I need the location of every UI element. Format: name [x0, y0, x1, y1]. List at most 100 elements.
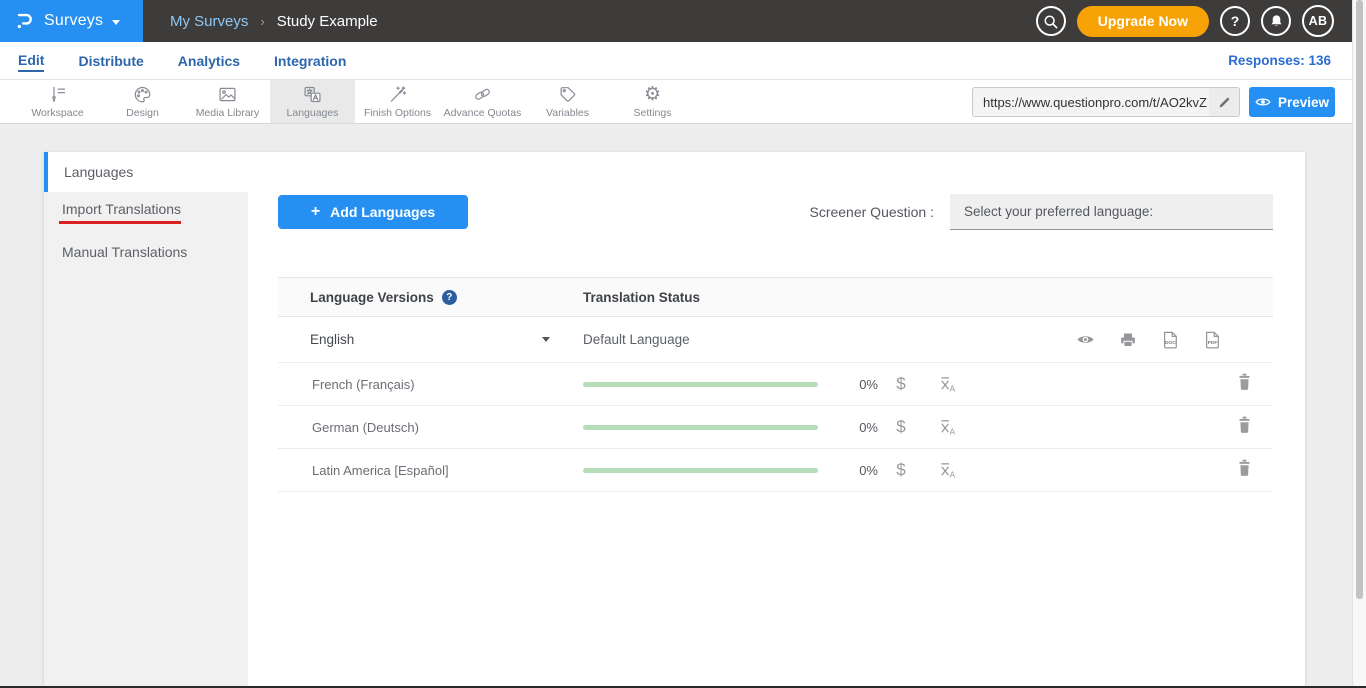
tab-distribute[interactable]: Distribute — [78, 51, 143, 71]
breadcrumb-separator: › — [260, 14, 264, 29]
app-menu-label: Surveys — [44, 12, 103, 30]
languages-table: Language Versions ? Translation Status E… — [278, 277, 1273, 492]
notifications-button[interactable] — [1261, 6, 1291, 36]
bell-icon — [1269, 13, 1284, 29]
table-row: French (Français) 0% $ A — [278, 363, 1273, 406]
svg-text:A: A — [949, 427, 955, 436]
content-area: Languages Import Translations Manual Tra… — [0, 124, 1352, 688]
translate-icon — [302, 84, 323, 105]
auto-translate-icon: A — [938, 418, 957, 437]
header-label: Translation Status — [583, 290, 700, 305]
breadcrumb: My Surveys › Study Example — [170, 0, 378, 42]
sidebar-item-manual-translations[interactable]: Manual Translations — [44, 232, 248, 272]
palette-icon — [132, 84, 153, 105]
eye-icon — [1255, 96, 1271, 108]
help-button[interactable]: ? — [1220, 6, 1250, 36]
auto-translate-icon: A — [938, 375, 957, 394]
auto-translate-button[interactable]: A — [924, 418, 970, 437]
actions-row: + Add Languages Screener Question : Sele… — [278, 194, 1273, 230]
user-avatar[interactable]: AB — [1302, 5, 1334, 37]
sidebar-item-languages[interactable]: Languages — [44, 152, 248, 192]
svg-text:A: A — [949, 384, 955, 393]
panel-main: + Add Languages Screener Question : Sele… — [248, 152, 1305, 688]
tool-languages[interactable]: Languages — [270, 80, 355, 123]
tool-label: Workspace — [31, 107, 83, 119]
tool-settings[interactable]: ⚙ Settings — [610, 80, 695, 123]
tool-finish-options[interactable]: Finish Options — [355, 80, 440, 123]
tool-media-library[interactable]: Media Library — [185, 80, 270, 123]
upgrade-now-button[interactable]: Upgrade Now — [1077, 6, 1209, 37]
tool-variables[interactable]: Variables — [525, 80, 610, 123]
svg-text:A: A — [949, 470, 955, 479]
export-pdf-icon[interactable]: PDF — [1203, 330, 1221, 350]
preview-button[interactable]: Preview — [1249, 87, 1335, 117]
language-name: French (Français) — [278, 377, 583, 392]
sidebar-rest: Import Translations Manual Translations — [44, 192, 248, 688]
delete-language-button[interactable] — [1236, 458, 1253, 482]
screener-question-label: Screener Question : — [809, 204, 934, 220]
survey-url-value[interactable]: https://www.questionpro.com/t/AO2kvZ — [973, 95, 1209, 110]
tab-edit[interactable]: Edit — [18, 50, 44, 72]
image-icon — [217, 84, 238, 105]
tab-analytics[interactable]: Analytics — [178, 51, 240, 71]
app-menu[interactable]: Surveys — [0, 0, 143, 42]
sidebar-item-label: Languages — [64, 164, 133, 180]
tool-label: Advance Quotas — [444, 107, 522, 119]
auto-translate-button[interactable]: A — [924, 375, 970, 394]
tool-design[interactable]: Design — [100, 80, 185, 123]
trash-icon — [1236, 458, 1253, 477]
tool-label: Media Library — [196, 107, 260, 119]
paid-translation-icon[interactable]: $ — [878, 417, 924, 437]
topbar-actions: Upgrade Now ? AB — [1036, 0, 1334, 42]
header-label: Language Versions — [310, 290, 434, 305]
translation-progress-bar — [583, 468, 818, 473]
chevron-down-icon — [112, 20, 120, 25]
questionpro-logo-icon — [13, 10, 35, 32]
table-header-row: Language Versions ? Translation Status — [278, 277, 1273, 317]
print-icon[interactable] — [1119, 331, 1137, 349]
language-name: Latin America [Español] — [278, 463, 583, 478]
tool-workspace[interactable]: Workspace — [15, 80, 100, 123]
tool-label: Settings — [634, 107, 672, 119]
app-window: Surveys My Surveys › Study Example Upgra… — [0, 0, 1352, 688]
screener-question-value: Select your preferred language: — [964, 204, 1153, 219]
default-language-dropdown[interactable]: English — [310, 332, 550, 347]
delete-language-button[interactable] — [1236, 415, 1253, 439]
search-icon — [1042, 13, 1059, 30]
pdf-label: PDF — [1208, 339, 1218, 345]
plus-icon: + — [311, 203, 320, 221]
sidebar-item-import-translations[interactable]: Import Translations — [44, 192, 248, 232]
search-button[interactable] — [1036, 6, 1066, 36]
paid-translation-icon[interactable]: $ — [878, 374, 924, 394]
screener-question-select[interactable]: Select your preferred language: — [950, 194, 1273, 230]
export-doc-icon[interactable]: DOC — [1161, 330, 1179, 350]
view-eye-icon[interactable] — [1076, 333, 1095, 346]
auto-translate-icon: A — [938, 461, 957, 480]
trash-icon — [1236, 415, 1253, 434]
status-cell: Default Language — [583, 332, 690, 347]
survey-url-field[interactable]: https://www.questionpro.com/t/AO2kvZ — [972, 87, 1240, 117]
edit-url-button[interactable] — [1209, 88, 1239, 116]
section-tabs-bar: Edit Distribute Analytics Integration Re… — [0, 42, 1352, 80]
chain-link-icon — [472, 84, 493, 105]
delete-language-button[interactable] — [1236, 372, 1253, 396]
add-languages-button[interactable]: + Add Languages — [278, 195, 468, 229]
paid-translation-icon[interactable]: $ — [878, 460, 924, 480]
responses-count[interactable]: Responses: 136 — [1228, 53, 1331, 68]
add-languages-label: Add Languages — [330, 204, 435, 220]
breadcrumb-parent-link[interactable]: My Surveys — [170, 13, 248, 30]
tab-integration[interactable]: Integration — [274, 51, 346, 71]
tool-advance-quotas[interactable]: Advance Quotas — [440, 80, 525, 123]
vertical-scrollbar[interactable] — [1352, 0, 1366, 688]
help-icon[interactable]: ? — [442, 290, 457, 305]
breadcrumb-current: Study Example — [277, 13, 378, 30]
translation-progress-bar — [583, 382, 818, 387]
translation-progress-bar — [583, 425, 818, 430]
trash-icon — [1236, 372, 1253, 391]
header-translation-status: Translation Status — [583, 290, 700, 305]
magic-wand-icon — [387, 84, 408, 105]
sidebar-item-label: Manual Translations — [62, 244, 187, 260]
tool-label: Variables — [546, 107, 589, 119]
scrollbar-thumb[interactable] — [1356, 0, 1363, 599]
auto-translate-button[interactable]: A — [924, 461, 970, 480]
